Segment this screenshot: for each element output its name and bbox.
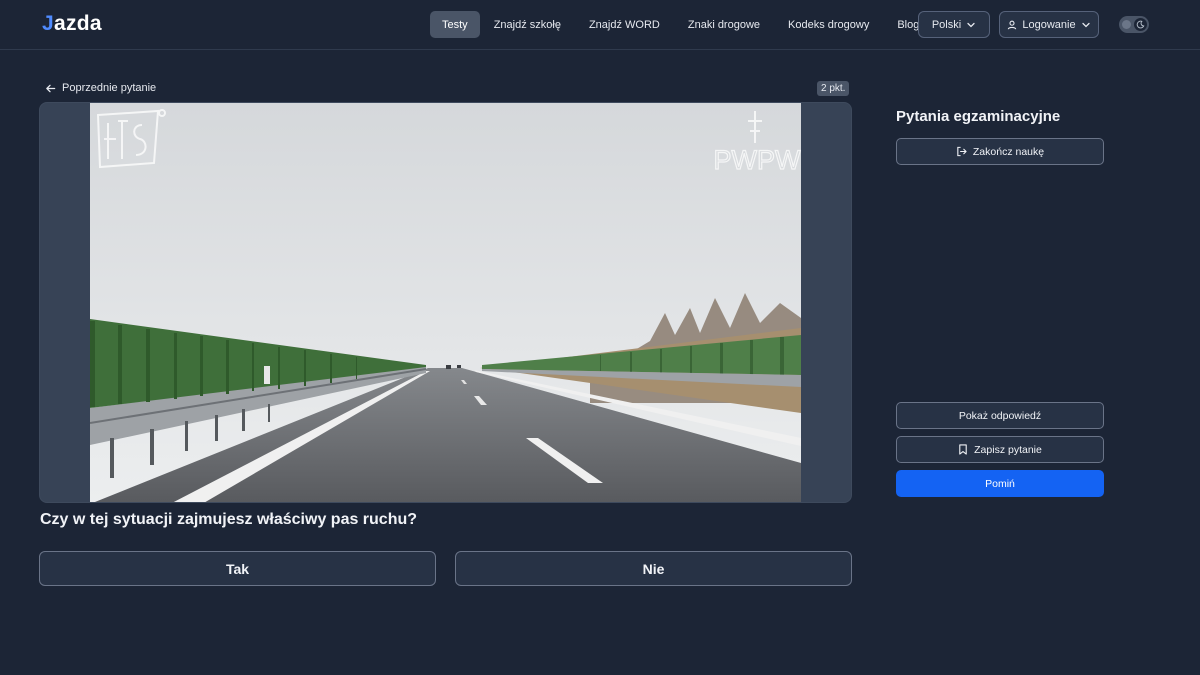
answer-no-button[interactable]: Nie — [455, 551, 852, 586]
toggle-track-dot — [1122, 20, 1131, 29]
save-question-button[interactable]: Zapisz pytanie — [896, 436, 1104, 463]
logout-icon — [956, 146, 967, 157]
moon-icon — [1134, 18, 1147, 31]
chevron-down-icon — [966, 20, 976, 30]
login-label: Logowanie — [1022, 18, 1076, 31]
skip-label: Pomiń — [985, 477, 1015, 490]
language-select[interactable]: Polski — [918, 11, 990, 38]
side-panel-title: Pytania egzaminacyjne — [896, 108, 1061, 125]
nav-item-find-word[interactable]: Znajdź WORD — [575, 11, 674, 38]
previous-question-label: Poprzednie pytanie — [62, 82, 157, 94]
points-badge: 2 pkt. — [817, 81, 850, 96]
skip-button[interactable]: Pomiń — [896, 470, 1104, 497]
question-video[interactable]: PWPW — [90, 103, 802, 502]
question-media-frame: PWPW — [39, 102, 852, 503]
language-label: Polski — [931, 18, 962, 31]
login-button[interactable]: Logowanie — [999, 11, 1099, 38]
save-question-label: Zapisz pytanie — [974, 443, 1042, 456]
show-answer-button[interactable]: Pokaż odpowiedź — [896, 402, 1104, 429]
highway-scene: PWPW — [90, 103, 802, 502]
nav-item-road-code[interactable]: Kodeks drogowy — [774, 11, 883, 38]
nav-item-find-school[interactable]: Znajdź szkołę — [480, 11, 575, 38]
finish-learning-label: Zakończ naukę — [972, 145, 1045, 158]
bookmark-icon — [958, 444, 968, 455]
user-icon — [1007, 20, 1017, 30]
answer-yes-button[interactable]: Tak — [39, 551, 436, 586]
arrow-left-icon — [45, 83, 56, 94]
watermark-text: PWPW — [714, 145, 802, 175]
chevron-down-icon — [1081, 20, 1091, 30]
question-text: Czy w tej sytuacji zajmujesz właściwy pa… — [40, 511, 418, 528]
top-navbar: Jazda Testy Znajdź szkołę Znajdź WORD Zn… — [0, 0, 1200, 50]
finish-learning-button[interactable]: Zakończ naukę — [896, 138, 1104, 165]
main-nav: Testy Znajdź szkołę Znajdź WORD Znaki dr… — [430, 11, 933, 38]
nav-item-road-signs[interactable]: Znaki drogowe — [674, 11, 774, 38]
nav-item-tests[interactable]: Testy — [430, 11, 480, 38]
theme-toggle[interactable] — [1119, 16, 1149, 33]
logo-text: azda — [53, 12, 102, 35]
show-answer-label: Pokaż odpowiedź — [958, 409, 1042, 422]
logo-letter: J — [42, 12, 54, 35]
logo[interactable]: Jazda — [42, 12, 102, 36]
previous-question-link[interactable]: Poprzednie pytanie — [45, 80, 156, 96]
